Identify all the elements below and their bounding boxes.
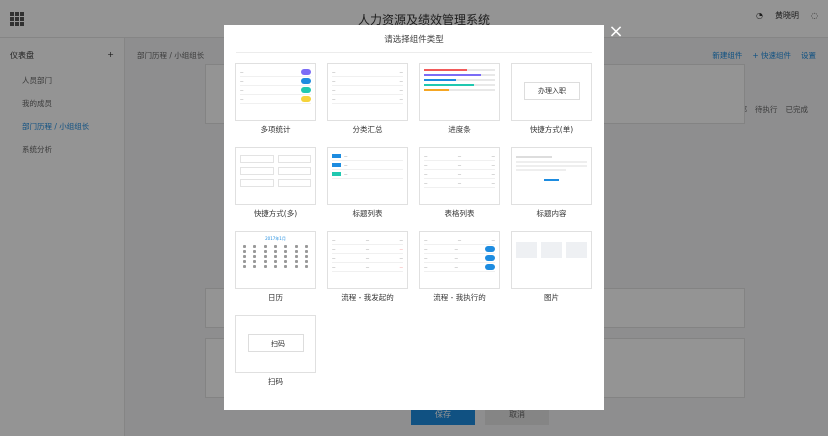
card-label: 快捷方式(多) — [253, 209, 298, 218]
image-placeholder-icon — [566, 242, 587, 258]
card-label: 多项统计 — [260, 125, 291, 134]
component-type-modal: 请选择组件类型 — — — — 多项统计 — — — — — — — — 分类汇总 — [224, 25, 604, 410]
preview-title-list: — — — — [327, 147, 408, 205]
modal-title: 请选择组件类型 — [384, 35, 444, 45]
card-label: 流程 - 我执行的 — [433, 293, 486, 302]
onboarding-button-preview: 办理入职 — [524, 82, 580, 100]
preview-title-content — [511, 147, 592, 205]
preview-multi-stat: — — — — — [235, 63, 316, 121]
component-card-multi-stat[interactable]: — — — — 多项统计 — [235, 63, 316, 135]
preview-image — [511, 231, 592, 289]
preview-flow-initiated: — — — — — — — — — — — — — [327, 231, 408, 289]
card-label: 标题内容 — [536, 209, 567, 218]
image-placeholder-icon — [516, 242, 537, 258]
card-label: 进度条 — [448, 125, 471, 134]
component-card-category-summary[interactable]: — — — — — — — — 分类汇总 — [327, 63, 408, 135]
image-placeholder-icon — [541, 242, 562, 258]
component-card-flow-executed[interactable]: — — — — — — — — — 流程 - 我执行的 — [419, 231, 500, 303]
component-card-image[interactable]: 图片 — [511, 231, 592, 303]
component-card-progress[interactable]: 进度条 — [419, 63, 500, 135]
modal-divider — [236, 52, 592, 53]
card-label: 扫码 — [268, 377, 283, 386]
component-card-table-list[interactable]: — — — — — — — — — — — — 表格列表 — [419, 147, 500, 219]
preview-table-list: — — — — — — — — — — — — — [419, 147, 500, 205]
component-card-calendar[interactable]: 2017年1月 日历 — [235, 231, 316, 303]
card-label: 快捷方式(单) — [529, 125, 574, 134]
card-label: 流程 - 我发起的 — [341, 293, 394, 302]
preview-scan: 扫码 — [235, 315, 316, 373]
component-grid: — — — — 多项统计 — — — — — — — — 分类汇总 进度条 办理… — [235, 63, 595, 387]
component-card-title-list[interactable]: — — — 标题列表 — [327, 147, 408, 219]
component-card-scan[interactable]: 扫码 扫码 — [235, 315, 316, 387]
close-icon[interactable]: × — [607, 23, 625, 41]
component-card-shortcut-multi[interactable]: 快捷方式(多) — [235, 147, 316, 219]
component-card-title-content[interactable]: 标题内容 — [511, 147, 592, 219]
preview-flow-executed: — — — — — — — — — — [419, 231, 500, 289]
component-card-flow-initiated[interactable]: — — — — — — — — — — — — 流程 - 我发起的 — [327, 231, 408, 303]
card-label: 表格列表 — [444, 209, 475, 218]
card-label: 分类汇总 — [352, 125, 383, 134]
card-label: 图片 — [544, 293, 559, 302]
card-label: 标题列表 — [352, 209, 383, 218]
preview-progress — [419, 63, 500, 121]
scan-button-preview: 扫码 — [248, 334, 304, 352]
preview-calendar: 2017年1月 — [235, 231, 316, 289]
calendar-month: 2017年1月 — [265, 236, 286, 241]
preview-shortcut-multi — [235, 147, 316, 205]
preview-shortcut-single: 办理入职 — [511, 63, 592, 121]
component-card-shortcut-single[interactable]: 办理入职 快捷方式(单) — [511, 63, 592, 135]
preview-category-summary: — — — — — — — — — [327, 63, 408, 121]
card-label: 日历 — [268, 293, 283, 302]
